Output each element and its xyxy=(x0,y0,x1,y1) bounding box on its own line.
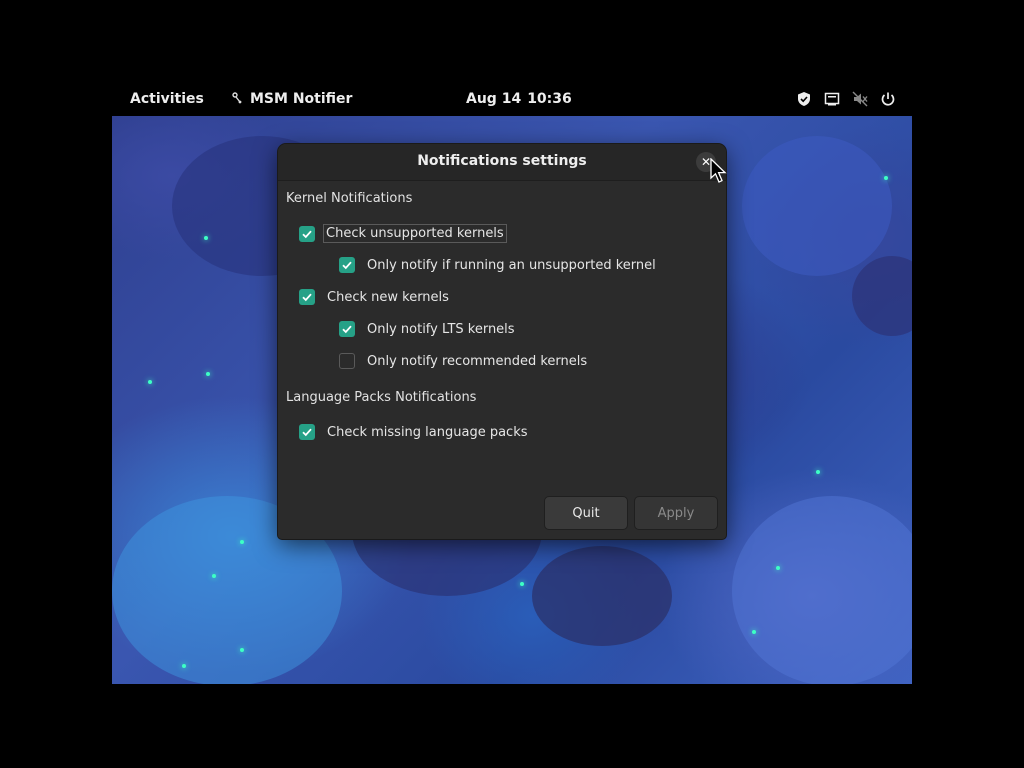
check-unsupported-kernels-row[interactable]: Check unsupported kernels xyxy=(299,224,507,243)
checkmark-icon xyxy=(302,428,312,437)
system-tray[interactable] xyxy=(796,91,896,107)
wallpaper-blob xyxy=(742,136,892,276)
check-unsupported-kernels-label[interactable]: Check unsupported kernels xyxy=(323,224,507,243)
wallpaper-speck xyxy=(240,648,244,652)
shield-icon[interactable] xyxy=(796,91,812,107)
clock-time: 10:36 xyxy=(527,91,572,107)
wallpaper-speck xyxy=(752,630,756,634)
msm-icon xyxy=(232,91,242,107)
check-missing-language-packs-checkbox[interactable] xyxy=(299,424,315,440)
check-new-kernels-checkbox[interactable] xyxy=(299,289,315,305)
volume-muted-icon[interactable] xyxy=(852,91,868,107)
checkmark-icon xyxy=(342,325,352,334)
only-notify-lts-row[interactable]: Only notify LTS kernels xyxy=(339,321,515,337)
only-notify-running-unsupported-label[interactable]: Only notify if running an unsupported ke… xyxy=(367,258,656,273)
mouse-cursor-icon xyxy=(710,157,728,184)
wallpaper-speck xyxy=(212,574,216,578)
screen: Activities MSM Notifier Aug 14 10:36 Not… xyxy=(0,0,1024,768)
dialog-titlebar[interactable]: Notifications settings ✕ xyxy=(278,144,726,181)
only-notify-lts-label[interactable]: Only notify LTS kernels xyxy=(367,322,515,337)
only-notify-recommended-label[interactable]: Only notify recommended kernels xyxy=(367,354,587,369)
power-icon[interactable] xyxy=(880,91,896,107)
apply-button[interactable]: Apply xyxy=(634,496,718,530)
clock[interactable]: Aug 14 10:36 xyxy=(466,91,572,107)
activities-button[interactable]: Activities xyxy=(130,91,204,107)
network-icon[interactable] xyxy=(824,91,840,107)
check-new-kernels-row[interactable]: Check new kernels xyxy=(299,289,449,305)
language-section-title: Language Packs Notifications xyxy=(286,390,477,405)
wallpaper-blob xyxy=(532,546,672,646)
check-unsupported-kernels-checkbox[interactable] xyxy=(299,225,315,242)
check-missing-language-packs-row[interactable]: Check missing language packs xyxy=(299,424,528,440)
notifications-settings-dialog: Notifications settings ✕ Kernel Notifica… xyxy=(278,144,726,539)
wallpaper-speck xyxy=(520,582,524,586)
only-notify-lts-checkbox[interactable] xyxy=(339,321,355,337)
wallpaper-speck xyxy=(776,566,780,570)
checkmark-icon xyxy=(342,261,352,270)
kernel-section-title: Kernel Notifications xyxy=(286,191,413,206)
checkmark-icon xyxy=(302,230,312,238)
dialog-title: Notifications settings xyxy=(417,153,587,169)
wallpaper-speck xyxy=(204,236,208,240)
only-notify-recommended-row[interactable]: Only notify recommended kernels xyxy=(339,353,587,369)
wallpaper-speck xyxy=(148,380,152,384)
wallpaper-blob xyxy=(852,256,912,336)
wallpaper-speck xyxy=(816,470,820,474)
check-new-kernels-label[interactable]: Check new kernels xyxy=(327,290,449,305)
clock-date: Aug 14 xyxy=(466,91,522,107)
wallpaper-blob xyxy=(732,496,912,684)
only-notify-running-unsupported-row[interactable]: Only notify if running an unsupported ke… xyxy=(339,257,656,273)
wallpaper-speck xyxy=(206,372,210,376)
wallpaper-speck xyxy=(182,664,186,668)
app-menu[interactable]: MSM Notifier xyxy=(232,91,352,107)
check-missing-language-packs-label[interactable]: Check missing language packs xyxy=(327,425,528,440)
top-bar: Activities MSM Notifier Aug 14 10:36 xyxy=(112,84,912,116)
wallpaper-speck xyxy=(240,540,244,544)
quit-button[interactable]: Quit xyxy=(544,496,628,530)
checkmark-icon xyxy=(302,293,312,302)
only-notify-recommended-checkbox[interactable] xyxy=(339,353,355,369)
app-name: MSM Notifier xyxy=(250,91,353,107)
wallpaper-speck xyxy=(884,176,888,180)
only-notify-running-unsupported-checkbox[interactable] xyxy=(339,257,355,273)
